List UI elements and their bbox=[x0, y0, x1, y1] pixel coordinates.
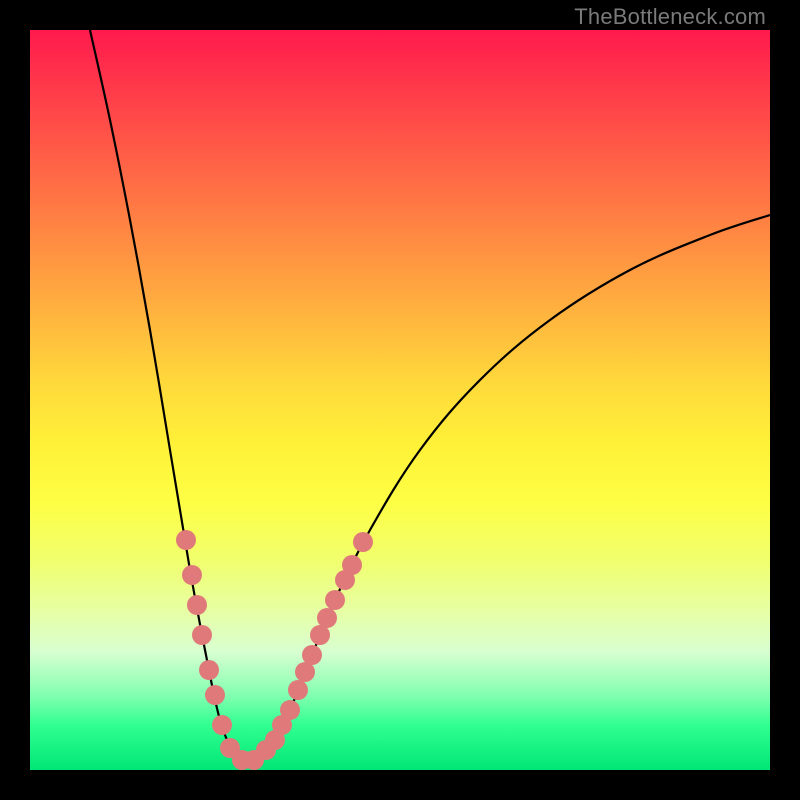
bead-marker bbox=[176, 530, 196, 550]
bead-marker bbox=[353, 532, 373, 552]
bead-marker bbox=[302, 645, 322, 665]
bead-marker bbox=[280, 700, 300, 720]
watermark-text: TheBottleneck.com bbox=[574, 4, 766, 30]
bottleneck-curve bbox=[90, 30, 770, 762]
bead-marker bbox=[212, 715, 232, 735]
bead-marker bbox=[317, 608, 337, 628]
chart-svg bbox=[30, 30, 770, 770]
bead-marker bbox=[187, 595, 207, 615]
bead-marker bbox=[325, 590, 345, 610]
bead-marker bbox=[199, 660, 219, 680]
bead-marker bbox=[342, 555, 362, 575]
bead-marker bbox=[288, 680, 308, 700]
bead-marker bbox=[192, 625, 212, 645]
chart-frame: TheBottleneck.com bbox=[0, 0, 800, 800]
bead-marker bbox=[205, 685, 225, 705]
bead-marker bbox=[182, 565, 202, 585]
